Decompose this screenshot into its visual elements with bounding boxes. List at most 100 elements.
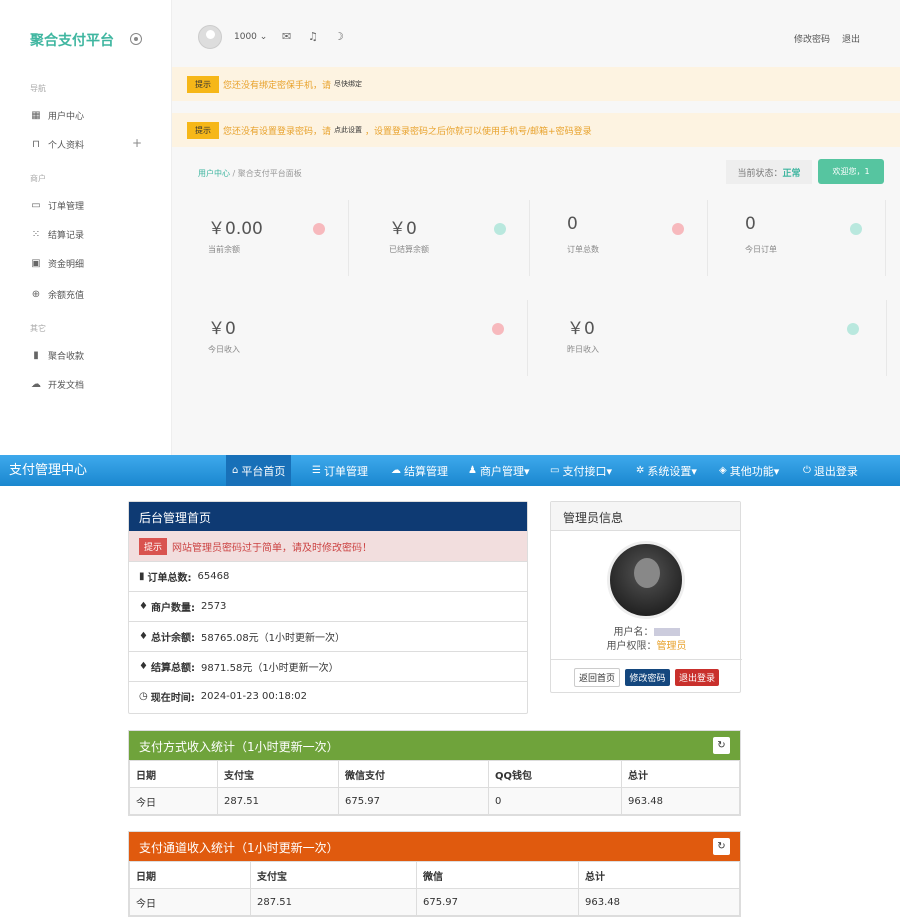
user-menu[interactable]: 1000 ⌄ [234, 32, 267, 42]
change-password-button[interactable]: 修改密码 [625, 669, 670, 686]
logo: 聚合支付平台 [30, 33, 114, 49]
nav-logout[interactable]: ⏻ 退出登录 [797, 455, 864, 486]
info-row: ♦ 商户数量: 2573 [129, 591, 527, 621]
role-label: 用户权限： [606, 641, 657, 652]
status-badge: 当前状态： 正常 [726, 160, 812, 184]
info-row: ♦ 结算总额: 9871.58元（1小时更新一次） [129, 651, 527, 681]
clock-icon: ◷ [139, 691, 148, 702]
nav-label: 商户管理▾ [479, 464, 530, 478]
sidebar-item-user-center[interactable]: ▦ 用户中心 [30, 107, 84, 123]
drop-icon: ♦ [139, 661, 148, 672]
monitor-icon: ▭ [31, 199, 41, 211]
stat-dot [847, 323, 859, 335]
sidebar-item-label: 订单管理 [48, 201, 85, 212]
alert-set-password: 提示 您还没有设置登录密码，请 点此设置 ，设置登录密码之后你就可以使用手机号/… [172, 113, 900, 147]
sidebar-item-profile[interactable]: ⊓ 个人资料 [30, 136, 84, 152]
bell-icon[interactable]: ♫ [308, 30, 318, 43]
payment-method-stats: 支付方式收入统计（1小时更新一次） ↻ 日期 支付宝 微信支付 QQ钱包 总计 今… [128, 730, 741, 816]
table-cell: 287.51 [250, 888, 417, 916]
sidebar-item-funds[interactable]: ▣ 资金明细 [30, 255, 84, 271]
sidebar-item-label: 结算记录 [48, 230, 85, 241]
sidebar-item-label: 开发文档 [48, 380, 85, 391]
sidebar-item-orders[interactable]: ▭ 订单管理 [30, 197, 84, 213]
cloud-icon: ☁ [31, 378, 41, 390]
stat-label: 当前余额 [208, 245, 240, 254]
breadcrumb-home[interactable]: 用户中心 [198, 169, 230, 178]
row-label: 现在时间: [150, 693, 195, 704]
set-password-link[interactable]: 点此设置 [334, 125, 362, 135]
nav-payment-api[interactable]: ▭ 支付接口▾ [544, 455, 618, 486]
status-value: 正常 [782, 168, 801, 179]
stat-label: 订单总数 [567, 245, 599, 254]
password-warning: 提示 网站管理员密码过于简单，请及时修改密码！ [129, 531, 527, 561]
back-home-button[interactable]: 返回首页 [573, 668, 620, 687]
plus-circle-icon: ⊕ [31, 288, 41, 300]
nav-merchants[interactable]: ♟ 商户管理▾ [462, 455, 536, 486]
nav-orders[interactable]: ☰ 订单管理 [306, 455, 374, 486]
alert-text: 您还没有设置登录密码，请 [223, 126, 332, 137]
sidebar-item-collect[interactable]: ▮ 聚合收款 [30, 347, 84, 363]
avatar[interactable] [198, 25, 222, 49]
column-header: 支付宝 [250, 861, 417, 889]
nav-settlement[interactable]: ☁ 结算管理 [385, 455, 454, 486]
change-password-link[interactable]: 修改密码 [794, 32, 830, 45]
sidebar-item-docs[interactable]: ☁ 开发文档 [30, 376, 84, 392]
nav-system-settings[interactable]: ✲ 系统设置▾ [630, 455, 703, 486]
column-header: 微信 [416, 861, 579, 889]
top-navbar: 支付管理中心 ⌂ 平台首页 ☰ 订单管理 ☁ 结算管理 ♟ 商户管理▾ ▭ 支付接口▾ ✲… [0, 455, 900, 486]
refresh-icon[interactable]: ↻ [713, 838, 730, 855]
sidebar-item-label: 余额充值 [48, 290, 85, 301]
table-cell: 963.48 [578, 888, 740, 916]
bind-now-link[interactable]: 尽快绑定 [334, 79, 362, 89]
panel-title: 管理员信息 [551, 502, 740, 531]
refresh-icon[interactable]: ↻ [713, 737, 730, 754]
admin-info-panel: 管理员信息 用户名： 用户权限：管理员 返回首页 修改密码 退出登录 [550, 501, 742, 693]
alert-tag: 提示 [187, 121, 219, 139]
moon-icon[interactable]: ☽ [334, 30, 344, 43]
nav-other[interactable]: ◈ 其他功能▾ [713, 455, 785, 486]
stat-label: 昨日收入 [567, 345, 599, 354]
mail-icon[interactable]: ✉ [282, 30, 291, 43]
section-label: 其它 [30, 324, 46, 333]
row-label: 总计余额: [150, 633, 195, 644]
brand[interactable]: 支付管理中心 [9, 459, 87, 478]
nav-home[interactable]: ⌂ 平台首页 [226, 455, 292, 486]
gear-icon: ✲ [636, 465, 645, 476]
nav-label: 其他功能▾ [729, 464, 780, 478]
info-row: ♦ 总计余额: 58765.08元（1小时更新一次） [129, 621, 527, 651]
logout-button[interactable]: 退出登录 [675, 669, 720, 686]
stats-table: 日期 支付宝 微信支付 QQ钱包 总计 今日 287.51 675.97 0 9… [129, 760, 740, 815]
stat-value: ￥0 [567, 319, 595, 339]
sidebar-item-label: 个人资料 [48, 140, 85, 151]
target-icon[interactable] [130, 33, 142, 45]
column-header: 微信支付 [338, 760, 489, 788]
stat-card: ￥0 昨日收入 [531, 300, 887, 376]
nav-label: 支付接口▾ [562, 464, 612, 478]
stat-dot [492, 323, 504, 335]
table-title: 支付方式收入统计（1小时更新一次） [139, 740, 339, 754]
stat-dot [313, 223, 325, 235]
column-header: 总计 [621, 760, 740, 788]
role-line: 用户权限：管理员 [551, 637, 742, 652]
table-cell: 0 [488, 787, 622, 815]
stat-dot [850, 223, 862, 235]
nav-label: 系统设置▾ [647, 464, 697, 478]
table-header: 支付通道收入统计（1小时更新一次） ↻ [129, 832, 740, 861]
stat-value: ￥0 [208, 319, 236, 339]
stat-value: ￥0.00 [208, 219, 263, 239]
welcome-button[interactable]: 欢迎您，1 [818, 159, 884, 184]
table-cell: 今日 [129, 888, 251, 916]
section-label: 导航 [30, 84, 46, 93]
header: 1000 ⌄ ✉ ♫ ☽ 修改密码 退出 [172, 0, 900, 62]
plus-icon[interactable]: + [132, 136, 142, 150]
sidebar-item-settlement[interactable]: ⁙ 结算记录 [30, 226, 84, 242]
stat-dot [672, 223, 684, 235]
sidebar-item-recharge[interactable]: ⊕ 余额充值 [30, 286, 84, 302]
info-row: ◷ 现在时间: 2024-01-23 00:18:02 [129, 681, 527, 711]
nav-label: 订单管理 [323, 464, 368, 478]
logout-link[interactable]: 退出 [842, 32, 860, 45]
sidebar-item-label: 用户中心 [48, 111, 85, 122]
grid-icon: ▦ [31, 109, 41, 121]
table-cell: 今日 [129, 787, 218, 815]
nav-label: 平台首页 [241, 464, 286, 478]
